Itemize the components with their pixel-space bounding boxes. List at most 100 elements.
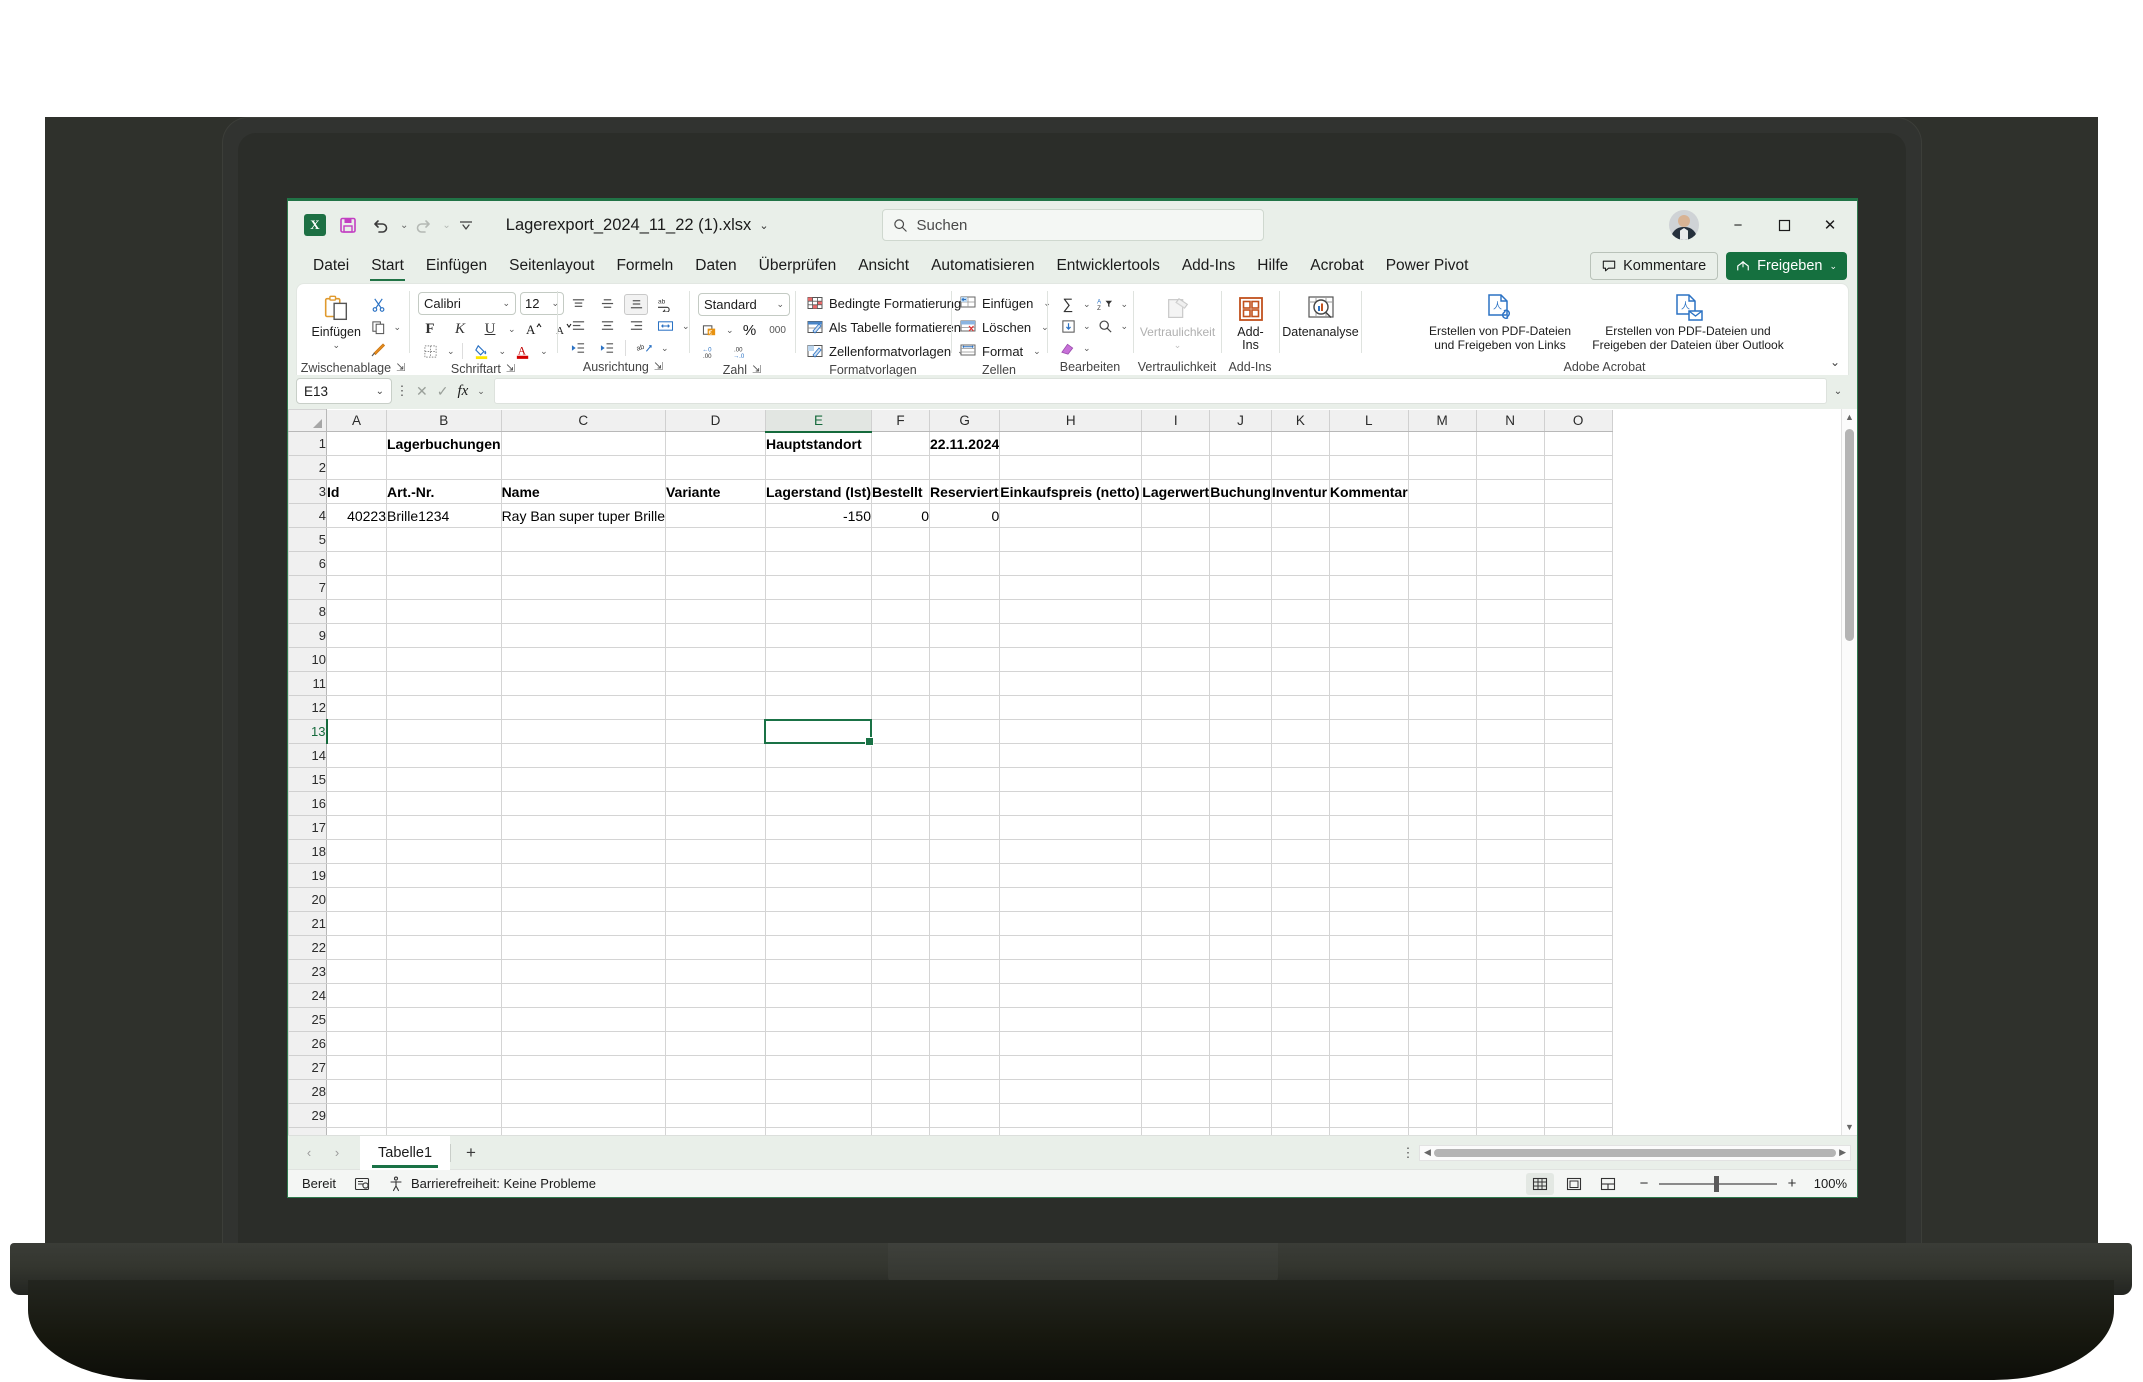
cell-O5[interactable] xyxy=(1543,527,1613,552)
page-layout-view-button[interactable] xyxy=(1560,1173,1588,1195)
share-button[interactable]: Freigeben ⌄ xyxy=(1726,252,1847,280)
font-color-icon[interactable]: A xyxy=(511,341,535,362)
cell-L7[interactable] xyxy=(1328,575,1409,600)
cell-E21[interactable] xyxy=(764,911,873,936)
cell-A25[interactable] xyxy=(326,1007,387,1032)
cell-M20[interactable] xyxy=(1407,887,1477,912)
cell-C6[interactable] xyxy=(500,551,666,576)
cell-C28[interactable] xyxy=(500,1079,666,1104)
cell-L13[interactable] xyxy=(1328,719,1409,744)
row-header-18[interactable]: 18 xyxy=(288,839,327,864)
cell-K1[interactable] xyxy=(1270,431,1330,456)
cell-B21[interactable] xyxy=(386,911,502,936)
cell-I14[interactable] xyxy=(1141,743,1211,768)
clear-dropdown-icon[interactable]: ⌄ xyxy=(1083,343,1091,354)
decrease-decimal-icon[interactable]: .00 →.0 xyxy=(729,342,753,363)
cell-O13[interactable] xyxy=(1543,719,1613,744)
cell-K3[interactable]: Inventur xyxy=(1270,479,1330,504)
cell-B7[interactable] xyxy=(386,575,502,600)
cell-O12[interactable] xyxy=(1543,695,1613,720)
autosum-icon[interactable]: ∑ xyxy=(1056,294,1080,315)
cell-E22[interactable] xyxy=(764,935,873,960)
cell-F13[interactable] xyxy=(871,719,930,744)
cell-M12[interactable] xyxy=(1407,695,1477,720)
cell-O26[interactable] xyxy=(1543,1031,1613,1056)
cell-A23[interactable] xyxy=(326,959,387,984)
cell-I12[interactable] xyxy=(1141,695,1211,720)
cell-L22[interactable] xyxy=(1328,935,1409,960)
cell-I3[interactable]: Lagerwert xyxy=(1141,479,1211,504)
add-sheet-button[interactable]: + xyxy=(451,1139,491,1167)
column-header-n[interactable]: N xyxy=(1475,409,1545,432)
cell-B28[interactable] xyxy=(386,1079,502,1104)
cell-L27[interactable] xyxy=(1328,1055,1409,1080)
cell-L16[interactable] xyxy=(1328,791,1409,816)
cell-styles-button[interactable]: Zellenformatvorlagen ⌄ xyxy=(804,340,967,363)
cell-M21[interactable] xyxy=(1407,911,1477,936)
cell-H20[interactable] xyxy=(999,887,1143,912)
confirm-formula-icon[interactable]: ✓ xyxy=(437,383,449,400)
cell-N21[interactable] xyxy=(1475,911,1545,936)
cell-O22[interactable] xyxy=(1543,935,1613,960)
row-header-15[interactable]: 15 xyxy=(288,767,327,792)
fill-dropdown-icon[interactable]: ⌄ xyxy=(1083,321,1091,332)
row-header-1[interactable]: 1 xyxy=(288,431,327,456)
cell-F29[interactable] xyxy=(871,1103,930,1128)
cell-L8[interactable] xyxy=(1328,599,1409,624)
cell-G25[interactable] xyxy=(928,1007,1001,1032)
cell-B27[interactable] xyxy=(386,1055,502,1080)
vertical-scrollbar[interactable]: ▲ ▼ xyxy=(1841,409,1857,1135)
cell-D17[interactable] xyxy=(664,815,766,840)
cell-E3[interactable]: Lagerstand (Ist) xyxy=(764,479,873,504)
cell-H22[interactable] xyxy=(999,935,1143,960)
cell-A20[interactable] xyxy=(326,887,387,912)
clipboard-dialog-launcher-icon[interactable]: ⇲ xyxy=(396,361,405,375)
tab-datei[interactable]: Datei xyxy=(302,249,360,283)
cell-L30[interactable] xyxy=(1328,1127,1409,1135)
cell-C16[interactable] xyxy=(500,791,666,816)
cell-K17[interactable] xyxy=(1270,815,1330,840)
cell-A10[interactable] xyxy=(326,647,387,672)
cell-B10[interactable] xyxy=(386,647,502,672)
cell-M17[interactable] xyxy=(1407,815,1477,840)
bold-button[interactable]: F xyxy=(418,319,442,340)
borders-icon[interactable] xyxy=(418,341,442,362)
undo-icon[interactable] xyxy=(366,210,396,240)
cell-O29[interactable] xyxy=(1543,1103,1613,1128)
cell-B11[interactable] xyxy=(386,671,502,696)
cell-G4[interactable]: 0 xyxy=(928,503,1001,528)
cell-L12[interactable] xyxy=(1328,695,1409,720)
cell-A16[interactable] xyxy=(326,791,387,816)
comments-button[interactable]: Kommentare xyxy=(1590,252,1719,280)
cell-A30[interactable] xyxy=(326,1127,387,1135)
cell-N3[interactable] xyxy=(1475,479,1545,504)
align-bottom-icon[interactable] xyxy=(624,293,648,315)
cell-J25[interactable] xyxy=(1209,1007,1272,1032)
macro-record-button[interactable] xyxy=(354,1176,370,1192)
tab-seitenlayout[interactable]: Seitenlayout xyxy=(498,249,605,283)
cell-I20[interactable] xyxy=(1141,887,1211,912)
cell-A27[interactable] xyxy=(326,1055,387,1080)
cell-M24[interactable] xyxy=(1407,983,1477,1008)
cell-J11[interactable] xyxy=(1209,671,1272,696)
cell-D28[interactable] xyxy=(664,1079,766,1104)
cell-A11[interactable] xyxy=(326,671,387,696)
cell-O28[interactable] xyxy=(1543,1079,1613,1104)
cell-K18[interactable] xyxy=(1270,839,1330,864)
cell-D24[interactable] xyxy=(664,983,766,1008)
cell-G6[interactable] xyxy=(928,551,1001,576)
zoom-level[interactable]: 100% xyxy=(1807,1176,1847,1191)
formula-input[interactable] xyxy=(493,378,1827,404)
cell-G15[interactable] xyxy=(928,767,1001,792)
cell-E28[interactable] xyxy=(764,1079,873,1104)
cell-B9[interactable] xyxy=(386,623,502,648)
cell-F1[interactable] xyxy=(871,431,930,456)
cell-B17[interactable] xyxy=(386,815,502,840)
cell-H5[interactable] xyxy=(999,527,1143,552)
cell-B23[interactable] xyxy=(386,959,502,984)
cell-E16[interactable] xyxy=(764,791,873,816)
decrease-indent-icon[interactable] xyxy=(566,338,590,359)
cell-F28[interactable] xyxy=(871,1079,930,1104)
row-header-17[interactable]: 17 xyxy=(288,815,327,840)
column-header-f[interactable]: F xyxy=(871,409,930,432)
